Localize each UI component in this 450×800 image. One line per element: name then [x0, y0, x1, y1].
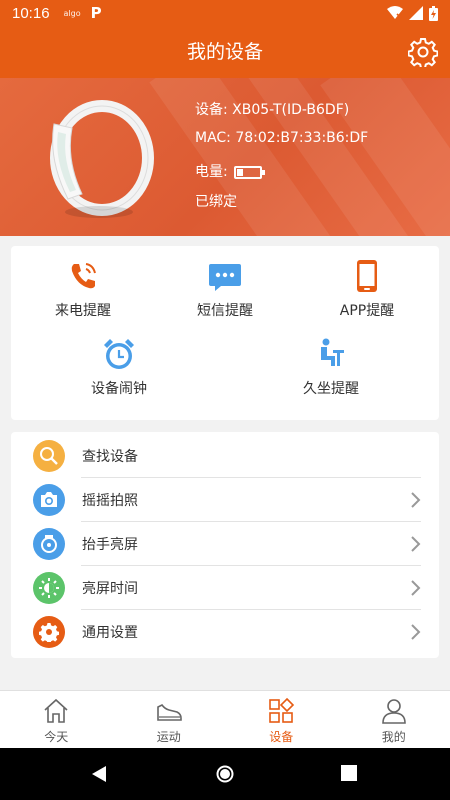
- home-icon: [44, 698, 68, 723]
- feature-label: 来电提醒: [55, 303, 111, 319]
- battery-label: 电量:: [195, 164, 228, 180]
- list-item-general-settings[interactable]: 通用设置: [11, 610, 439, 654]
- feature-sedentary[interactable]: 久坐提醒: [261, 336, 401, 398]
- back-icon[interactable]: [90, 765, 108, 783]
- brightness-icon: [39, 578, 59, 598]
- list-item-shake-photo[interactable]: 摇摇拍照: [11, 478, 439, 522]
- app-bar: 我的设备: [0, 26, 450, 78]
- gear-icon: [39, 623, 59, 642]
- wifi-x-icon: [387, 6, 403, 19]
- camera-icon: [41, 492, 57, 507]
- tab-today[interactable]: 今天: [0, 691, 113, 748]
- device-grid-icon: [269, 697, 295, 723]
- message-icon: [209, 264, 241, 291]
- status-small-label: algo: [63, 8, 81, 18]
- person-icon: [381, 699, 406, 724]
- list-item-label: 抬手亮屏: [82, 537, 138, 553]
- alarm-clock-icon: [104, 339, 134, 369]
- chevron-right-icon: [411, 624, 421, 640]
- feature-alarm[interactable]: 设备闹钟: [49, 336, 189, 398]
- tab-device[interactable]: 设备: [225, 691, 338, 748]
- home-circle-icon[interactable]: [215, 764, 235, 784]
- tab-mine[interactable]: 我的: [338, 691, 450, 748]
- tab-sport[interactable]: 运动: [113, 691, 226, 748]
- device-mac: MAC: 78:02:B7:33:B6:DF: [195, 130, 369, 146]
- sedentary-icon: [321, 338, 344, 366]
- recents-icon[interactable]: [341, 765, 357, 781]
- tab-label: 设备: [269, 730, 294, 744]
- device-info-panel: 设备: XB05-T(ID-B6DF) MAC: 78:02:B7:33:B6:…: [0, 78, 450, 236]
- settings-gear-icon[interactable]: [408, 37, 438, 67]
- incoming-call-icon: [71, 263, 96, 289]
- bind-status: 已绑定: [195, 194, 237, 210]
- battery-charging-icon: [429, 5, 438, 21]
- bottom-tab-bar: 今天 运动 设备 我的: [0, 690, 450, 748]
- system-nav-bar: [0, 748, 450, 800]
- list-item-screen-time[interactable]: 亮屏时间: [11, 566, 439, 610]
- smartphone-icon: [357, 260, 377, 292]
- list-item-label: 通用设置: [82, 625, 138, 641]
- chevron-right-icon: [411, 536, 421, 552]
- tab-label: 今天: [44, 730, 69, 744]
- list-item-find-device[interactable]: 查找设备: [11, 434, 439, 478]
- feature-app[interactable]: APP提醒: [297, 258, 437, 320]
- list-item-label: 查找设备: [82, 449, 138, 465]
- feature-label: 久坐提醒: [303, 381, 359, 397]
- feature-sms[interactable]: 短信提醒: [155, 258, 295, 320]
- watch-icon: [41, 535, 57, 553]
- status-p-icon: P: [90, 4, 102, 22]
- chevron-right-icon: [411, 492, 421, 508]
- battery-icon: [233, 165, 265, 179]
- device-model: 设备: XB05-T(ID-B6DF): [195, 102, 350, 118]
- feature-label: 设备闹钟: [91, 381, 147, 397]
- signal-icon: [409, 6, 423, 20]
- wristband-image: [50, 100, 154, 218]
- search-icon: [40, 447, 58, 465]
- page-title: 我的设备: [186, 41, 263, 63]
- tab-label: 运动: [156, 730, 181, 744]
- status-bar: 10:16 algo P: [0, 0, 450, 26]
- feature-label: APP提醒: [339, 303, 395, 319]
- feature-label: 短信提醒: [197, 303, 253, 319]
- shoe-icon: [156, 703, 182, 721]
- list-item-label: 摇摇拍照: [82, 493, 138, 509]
- list-item-raise-wake[interactable]: 抬手亮屏: [11, 522, 439, 566]
- feature-incoming-call[interactable]: 来电提醒: [13, 258, 153, 320]
- feature-grid: 来电提醒 短信提醒 APP提醒 设备闹钟 久坐提醒: [11, 246, 439, 420]
- chevron-right-icon: [411, 580, 421, 596]
- list-item-label: 亮屏时间: [82, 581, 138, 597]
- status-time: 10:16: [12, 4, 50, 22]
- settings-list: 查找设备 摇摇拍照 抬手亮屏 亮屏时间 通用设置: [11, 432, 439, 658]
- tab-label: 我的: [381, 730, 406, 744]
